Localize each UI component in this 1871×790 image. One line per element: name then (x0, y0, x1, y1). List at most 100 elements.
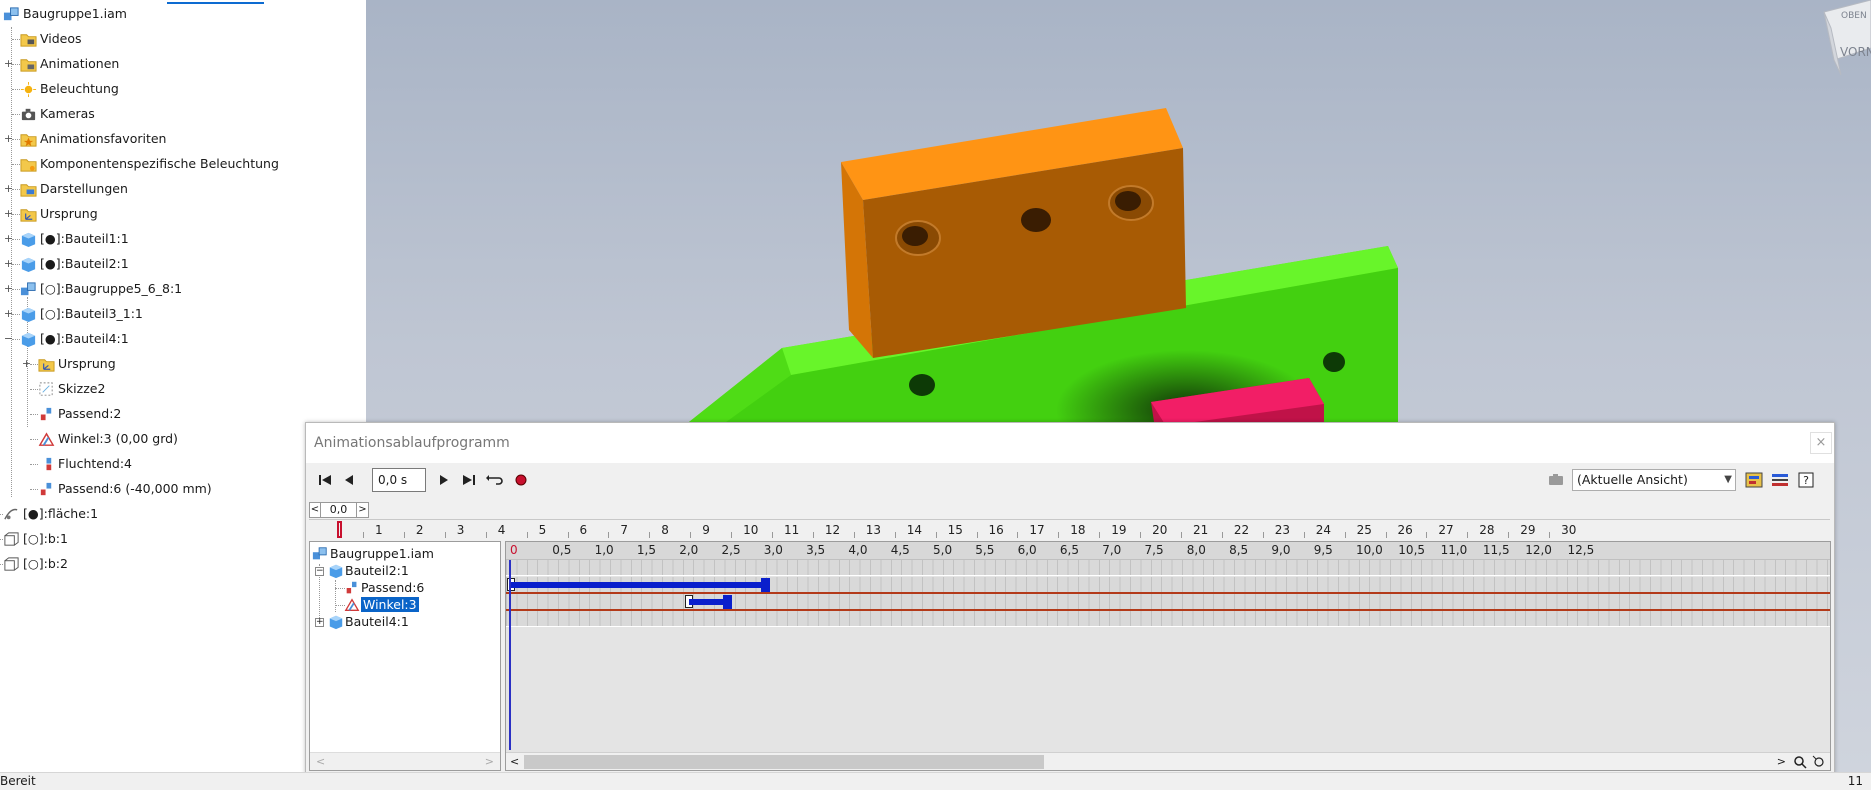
go-to-end-icon[interactable] (458, 469, 480, 491)
tree-horizontal-scrollbar[interactable]: < > (310, 752, 500, 770)
expand-icon[interactable]: + (3, 258, 14, 269)
timeline-horizontal-scrollbar[interactable]: < > (506, 752, 1830, 770)
browser-item-label: Fluchtend:4 (58, 456, 132, 471)
timeline-lane-root[interactable] (506, 560, 1830, 576)
tree-connector (12, 89, 20, 90)
ruler-tick-mark (1017, 532, 1019, 538)
browser-item[interactable]: + Ursprung (0, 352, 366, 376)
timeline-lane-part4[interactable] (506, 611, 1830, 627)
browser-item-label: Animationsfavoriten (40, 131, 167, 146)
dialog-close-button[interactable]: × (1810, 432, 1832, 454)
browser-item[interactable]: + [●]:Bauteil1:1 (0, 227, 366, 251)
mate-constraint-icon (40, 482, 52, 496)
winkel3-action-end-handle[interactable] (722, 595, 732, 609)
time-ruler[interactable]: < 0,0 > 1 2 3 4 5 6 7 8 9 10 11 12 13 14 15 16 17 18 19 20 2… (309, 502, 1830, 540)
viewcube[interactable]: OBEN VORN (1823, 0, 1871, 76)
expand-icon[interactable]: + (3, 183, 14, 194)
ruler-tick-label: 9 (702, 523, 710, 537)
scroll-left-icon[interactable]: < (510, 755, 519, 768)
camera-icon[interactable] (1545, 469, 1567, 491)
ruler-tick-mark (1099, 532, 1101, 538)
scroll-right-icon[interactable]: > (485, 755, 494, 768)
scroll-left-icon[interactable]: < (316, 755, 325, 768)
ruler-playhead[interactable] (337, 521, 342, 538)
angle-constraint-icon (344, 598, 360, 611)
settings-icon[interactable] (1769, 469, 1791, 491)
tree-part4-label[interactable]: Bauteil4:1 (345, 612, 409, 632)
expand-icon[interactable]: + (3, 308, 14, 319)
timeline-tick-label: 10,0 (1356, 543, 1383, 557)
browser-item[interactable]: + [○]:Bauteil3_1:1 (0, 302, 366, 326)
browser-item-label: Animationen (40, 56, 120, 71)
part-icon (21, 332, 36, 348)
ruler-tick-label: 24 (1315, 523, 1331, 537)
timeline-tick-label: 9,0 (1271, 543, 1291, 557)
help-icon[interactable]: ? (1795, 469, 1817, 491)
ruler-tick-label: 10 (743, 523, 759, 537)
browser-item[interactable]: Skizze2 (0, 377, 366, 401)
expand-icon[interactable]: + (3, 233, 14, 244)
passend6-action-end-handle[interactable] (760, 578, 770, 592)
ruler-tick-mark (1140, 532, 1142, 538)
time-input[interactable]: 0,0 s (372, 468, 426, 492)
passend6-action-bar[interactable] (511, 582, 765, 588)
folder-animation-icon (20, 59, 37, 72)
animation-tree: − + Baugruppe1.iam Bauteil2:1 Passend:6 W… (309, 541, 501, 771)
expand-icon[interactable]: + (3, 283, 14, 294)
expand-icon[interactable]: + (315, 618, 324, 627)
browser-item[interactable]: + Animationsfavoriten (0, 127, 366, 151)
animate-camera-icon[interactable] (1743, 469, 1765, 491)
scroll-right-icon[interactable]: > (1777, 755, 1786, 768)
ruler-tick-mark (363, 532, 364, 538)
browser-item[interactable]: + Darstellungen (0, 177, 366, 201)
play-reverse-icon[interactable] (338, 469, 360, 491)
record-icon[interactable] (510, 469, 532, 491)
browser-item[interactable]: + [●]:Bauteil2:1 (0, 252, 366, 276)
browser-item[interactable]: Beleuchtung (0, 77, 366, 101)
zoom-fit-icon[interactable] (1811, 754, 1827, 770)
ruler-tick-mark (935, 532, 937, 538)
browser-item[interactable]: + Animationen (0, 52, 366, 76)
timeline-tick-label: 10,5 (1398, 543, 1426, 557)
timeline-tick-label: 0,5 (552, 543, 572, 557)
ruler-tick-label: 8 (661, 523, 669, 537)
browser-item[interactable]: Baugruppe1.iam (0, 2, 366, 26)
browser-item-label: [○]:Baugruppe5_6_8:1 (40, 281, 183, 296)
browser-item[interactable]: Kameras (0, 102, 366, 126)
browser-item[interactable]: − [●]:Bauteil4:1 (0, 327, 366, 351)
ruler-left-arrow[interactable]: < (309, 502, 321, 518)
loop-icon[interactable] (484, 469, 506, 491)
expand-icon[interactable]: + (3, 208, 14, 219)
timeline-tick-label: 6,0 (1017, 543, 1037, 557)
tree-winkel3-label[interactable]: Winkel:3 (361, 597, 419, 612)
expand-icon[interactable]: + (3, 58, 14, 69)
ruler-tick-label: 21 (1193, 523, 1209, 537)
collapse-icon[interactable]: − (3, 333, 14, 344)
browser-item[interactable]: Komponentenspezifische Beleuchtung (0, 152, 366, 176)
play-forward-icon[interactable] (433, 469, 455, 491)
winkel3-action-bar[interactable] (688, 599, 727, 605)
browser-item[interactable]: + [○]:Baugruppe5_6_8:1 (0, 277, 366, 301)
timeline-tick-label: 5,5 (975, 543, 995, 557)
scrollbar-thumb[interactable] (524, 755, 1044, 769)
ruler-tick-label: 6 (579, 523, 588, 537)
ruler-tick-mark (1426, 532, 1428, 538)
go-to-start-icon[interactable] (314, 469, 336, 491)
expand-icon[interactable]: + (21, 358, 32, 369)
timeline-tick-label: 4,0 (848, 543, 868, 557)
ruler-right-arrow[interactable]: > (357, 502, 369, 518)
view-select[interactable]: (Aktuelle Ansicht) ▼ (1572, 469, 1736, 491)
browser-item[interactable]: Videos (0, 27, 366, 51)
browser-item-label: [●]:Bauteil4:1 (40, 331, 129, 346)
expand-icon[interactable]: + (3, 133, 14, 144)
ruler-tick-mark (894, 532, 896, 538)
zoom-icon[interactable] (1792, 754, 1808, 770)
timeline-cursor[interactable] (509, 560, 511, 750)
tree-connector (12, 164, 20, 165)
collapse-icon[interactable]: − (315, 567, 324, 576)
browser-item[interactable]: + Ursprung (0, 202, 366, 226)
timeline-tick-label: 7,5 (1144, 543, 1164, 557)
timeline-area[interactable]: 0 0,5 1,0 1,5 2,0 2,5 3,0 3,5 4,0 4,5 5,0 5,5 6,0 6,5… (505, 541, 1831, 771)
ruler-tick-label: 26 (1397, 523, 1413, 537)
timeline-tick-label: 5,0 (933, 543, 953, 557)
